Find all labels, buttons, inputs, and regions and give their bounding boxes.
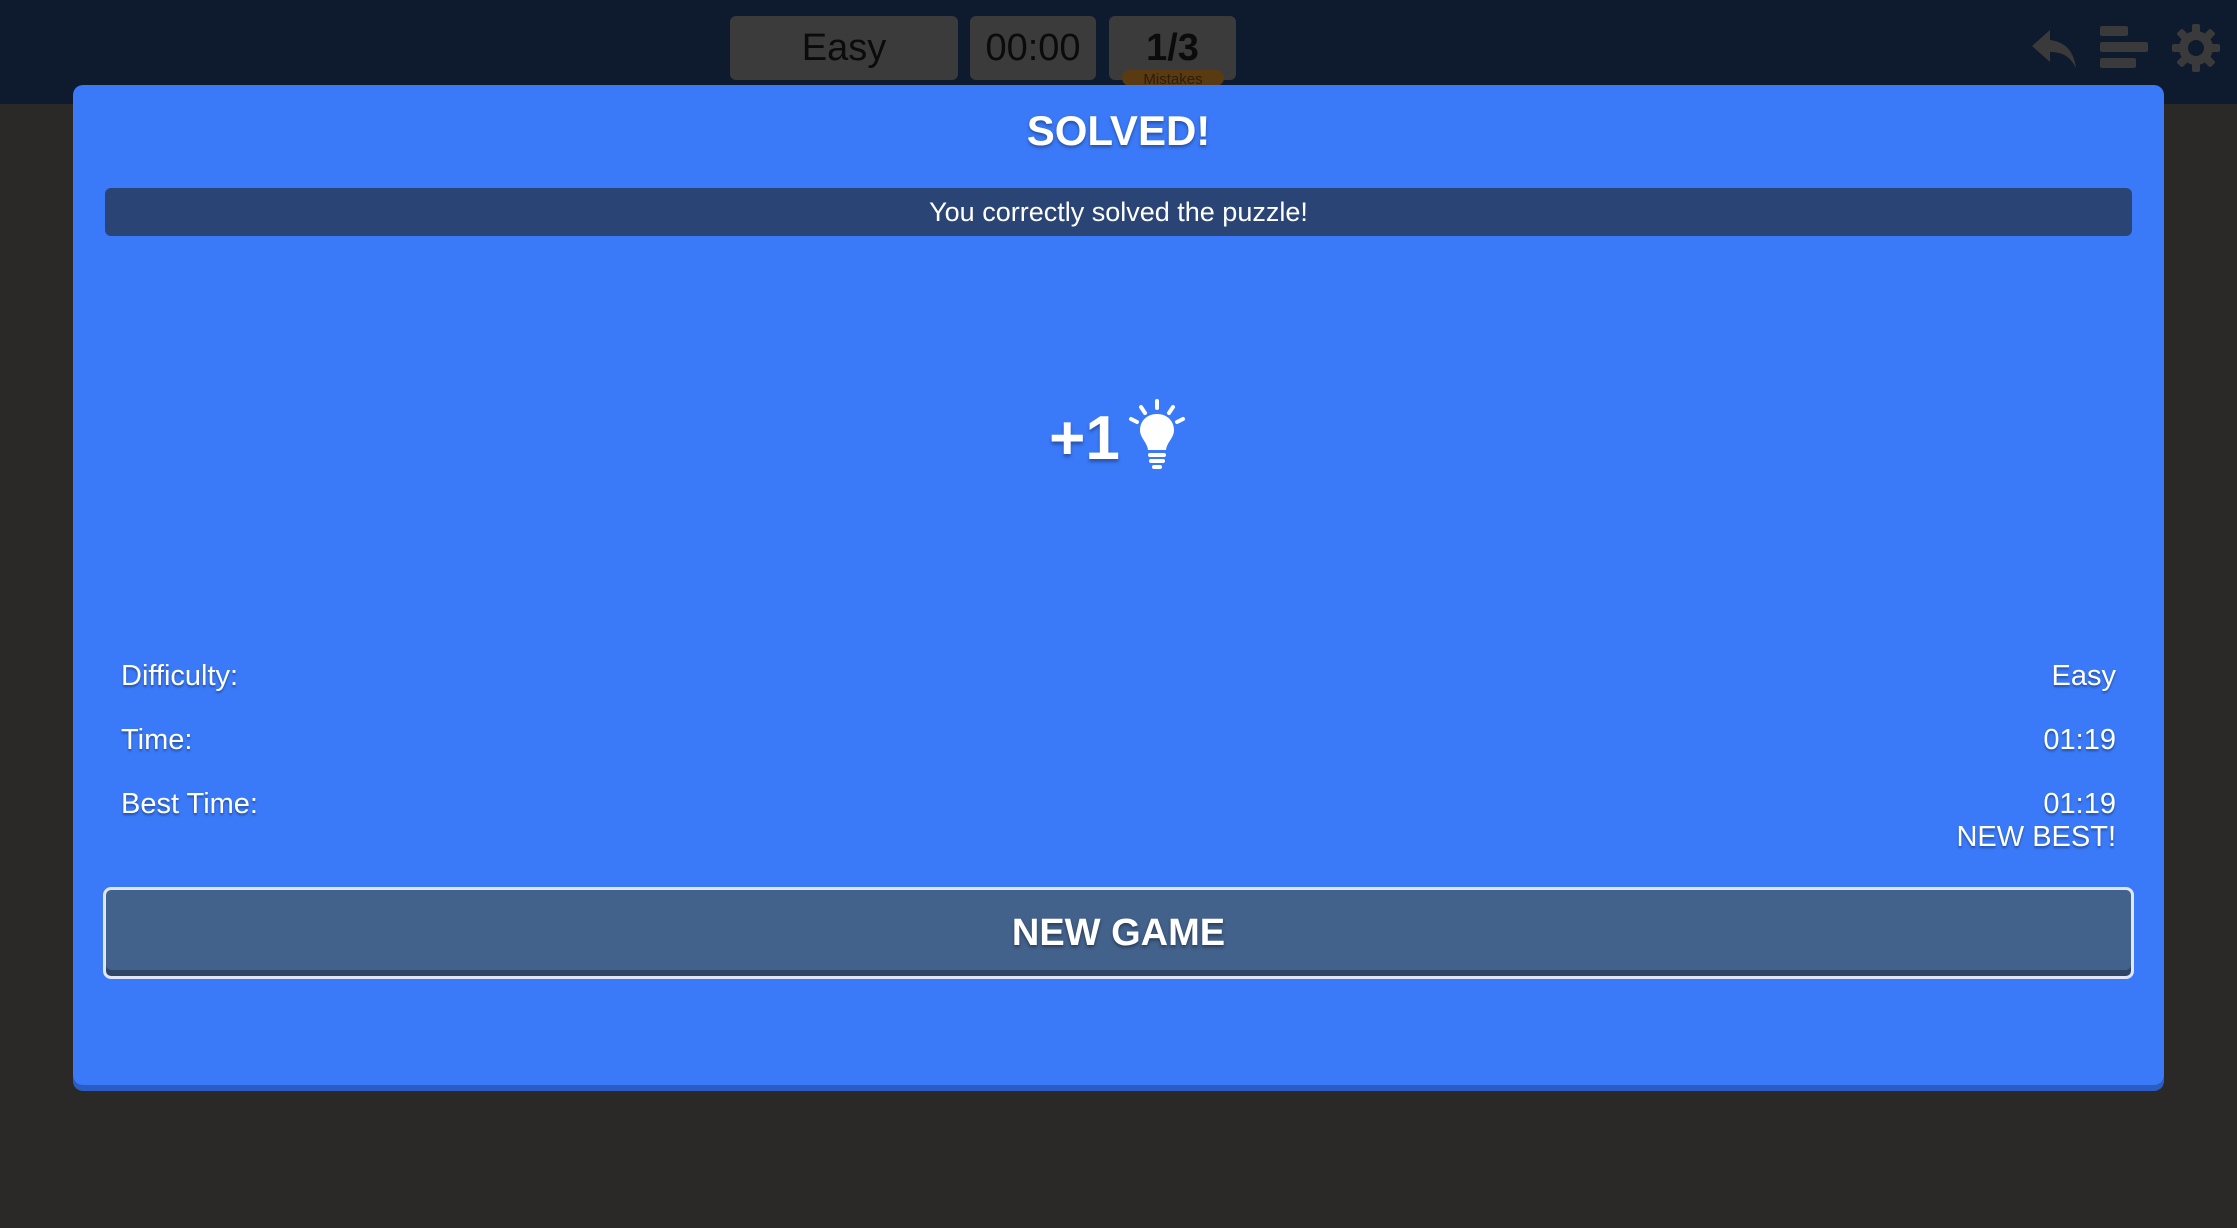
time-value: 01:19 xyxy=(2043,724,2116,756)
timer-display: 00:00 xyxy=(970,16,1096,80)
solved-dialog: SOLVED! You correctly solved the puzzle!… xyxy=(73,85,2164,1085)
success-banner: You correctly solved the puzzle! xyxy=(105,188,2132,236)
dialog-title: SOLVED! xyxy=(1026,107,1211,154)
reward-amount: +1 xyxy=(1049,404,1120,473)
difficulty-value: Easy xyxy=(2051,660,2116,692)
difficulty-label: Difficulty: xyxy=(121,660,239,692)
settings-icon[interactable] xyxy=(2170,22,2222,74)
new-best-badge: NEW BEST! xyxy=(1956,821,2116,853)
stats-icon[interactable] xyxy=(2098,22,2150,74)
hint-reward: +1 xyxy=(73,398,2164,474)
best-time-value: 01:19 xyxy=(2043,788,2116,820)
time-label: Time: xyxy=(121,724,193,756)
best-time-label: Best Time: xyxy=(121,788,258,820)
difficulty-indicator[interactable]: Easy xyxy=(730,16,958,80)
new-game-button[interactable]: NEW GAME xyxy=(103,887,2134,979)
mistakes-caption: Mistakes xyxy=(1122,70,1224,86)
lightbulb-icon xyxy=(1128,398,1185,469)
undo-icon[interactable] xyxy=(2028,22,2080,74)
